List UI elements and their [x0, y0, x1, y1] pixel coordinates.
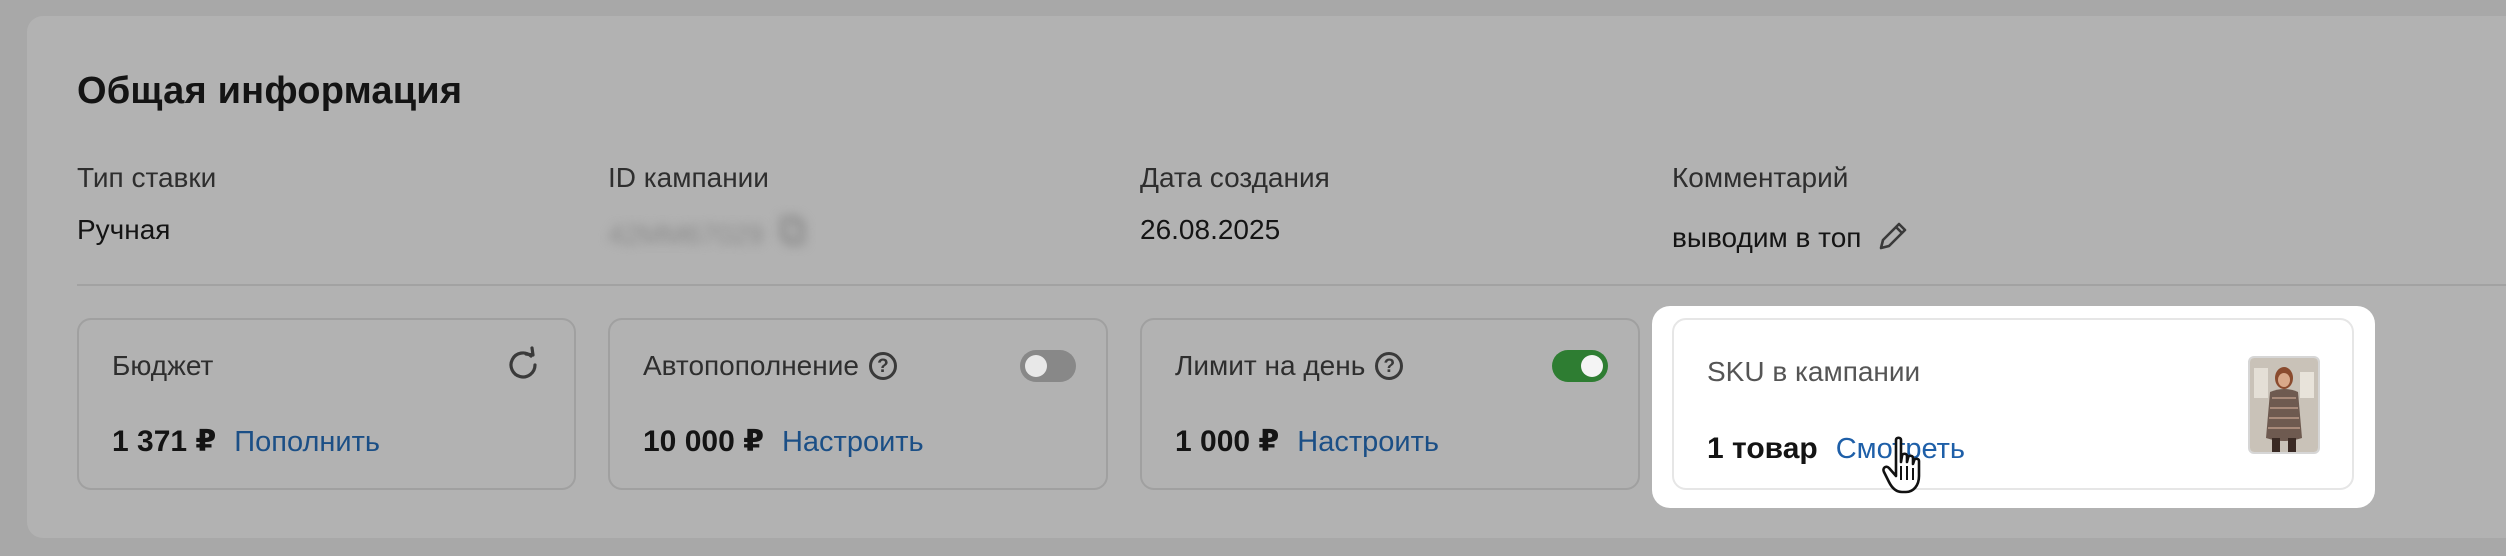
created-date-value: 26.08.2025: [1140, 214, 1281, 245]
sku-card: SKU в кампании 1 товар Смотреть: [1672, 318, 2354, 490]
sku-label: SKU в кампании: [1707, 356, 1921, 387]
campaign-id-label: ID кампании: [608, 162, 769, 193]
copy-icon[interactable]: [778, 214, 808, 255]
topup-link[interactable]: Пополнить: [234, 426, 380, 459]
refresh-icon[interactable]: [504, 346, 542, 389]
daily-limit-amount: 1 000 ₽: [1175, 425, 1280, 458]
bid-type-field: Тип ставки Ручная: [77, 162, 216, 246]
campaign-id-row: 42MM67029: [608, 214, 808, 255]
section-divider: [77, 284, 2506, 286]
autotopup-configure-link[interactable]: Настроить: [782, 426, 924, 459]
created-date-field: Дата создания 26.08.2025: [1140, 162, 1330, 246]
daily-limit-label: Лимит на день: [1175, 350, 1366, 381]
help-circle-icon[interactable]: ?: [868, 352, 897, 380]
toggle-knob: [1025, 355, 1047, 377]
daily-limit-toggle[interactable]: [1552, 350, 1608, 382]
autotopup-toggle[interactable]: [1020, 350, 1076, 382]
daily-limit-value-row: 1 000 ₽ Настроить: [1175, 424, 1439, 459]
toggle-knob: [1581, 355, 1603, 377]
bid-type-value: Ручная: [77, 214, 171, 245]
daily-limit-configure-link[interactable]: Настроить: [1297, 426, 1439, 459]
pencil-icon[interactable]: [1875, 218, 1911, 261]
autotopup-amount: 10 000 ₽: [643, 425, 764, 458]
section-title: Общая информация: [77, 70, 463, 112]
product-thumbnail[interactable]: [2248, 356, 2320, 454]
autotopup-label-row: Автопополнение ?: [643, 350, 897, 382]
budget-card: Бюджет 1 371 ₽ Пополнить: [77, 318, 576, 490]
hand-pointer-icon: [1882, 436, 1932, 503]
budget-value-row: 1 371 ₽ Пополнить: [112, 424, 380, 459]
budget-label: Бюджет: [112, 350, 214, 381]
comment-field: Комментарий выводим в топ: [1672, 162, 1911, 261]
budget-amount: 1 371 ₽: [112, 425, 217, 458]
comment-value: выводим в топ: [1672, 221, 1862, 253]
daily-limit-label-row: Лимит на день ?: [1175, 350, 1404, 382]
autotopup-label: Автопополнение: [643, 350, 859, 381]
sku-count: 1 товар: [1707, 432, 1818, 465]
help-circle-icon[interactable]: ?: [1375, 352, 1404, 380]
created-date-label: Дата создания: [1140, 162, 1330, 193]
bid-type-label: Тип ставки: [77, 162, 217, 193]
autotopup-value-row: 10 000 ₽ Настроить: [643, 424, 924, 459]
autotopup-card: Автопополнение ? 10 000 ₽ Настроить: [608, 318, 1108, 490]
comment-row: выводим в топ: [1672, 214, 1911, 261]
campaign-id-value: 42MM67029: [608, 218, 764, 250]
daily-limit-card: Лимит на день ? 1 000 ₽ Настроить: [1140, 318, 1640, 490]
comment-label: Комментарий: [1672, 162, 1849, 193]
campaign-id-field: ID кампании 42MM67029: [608, 162, 808, 255]
